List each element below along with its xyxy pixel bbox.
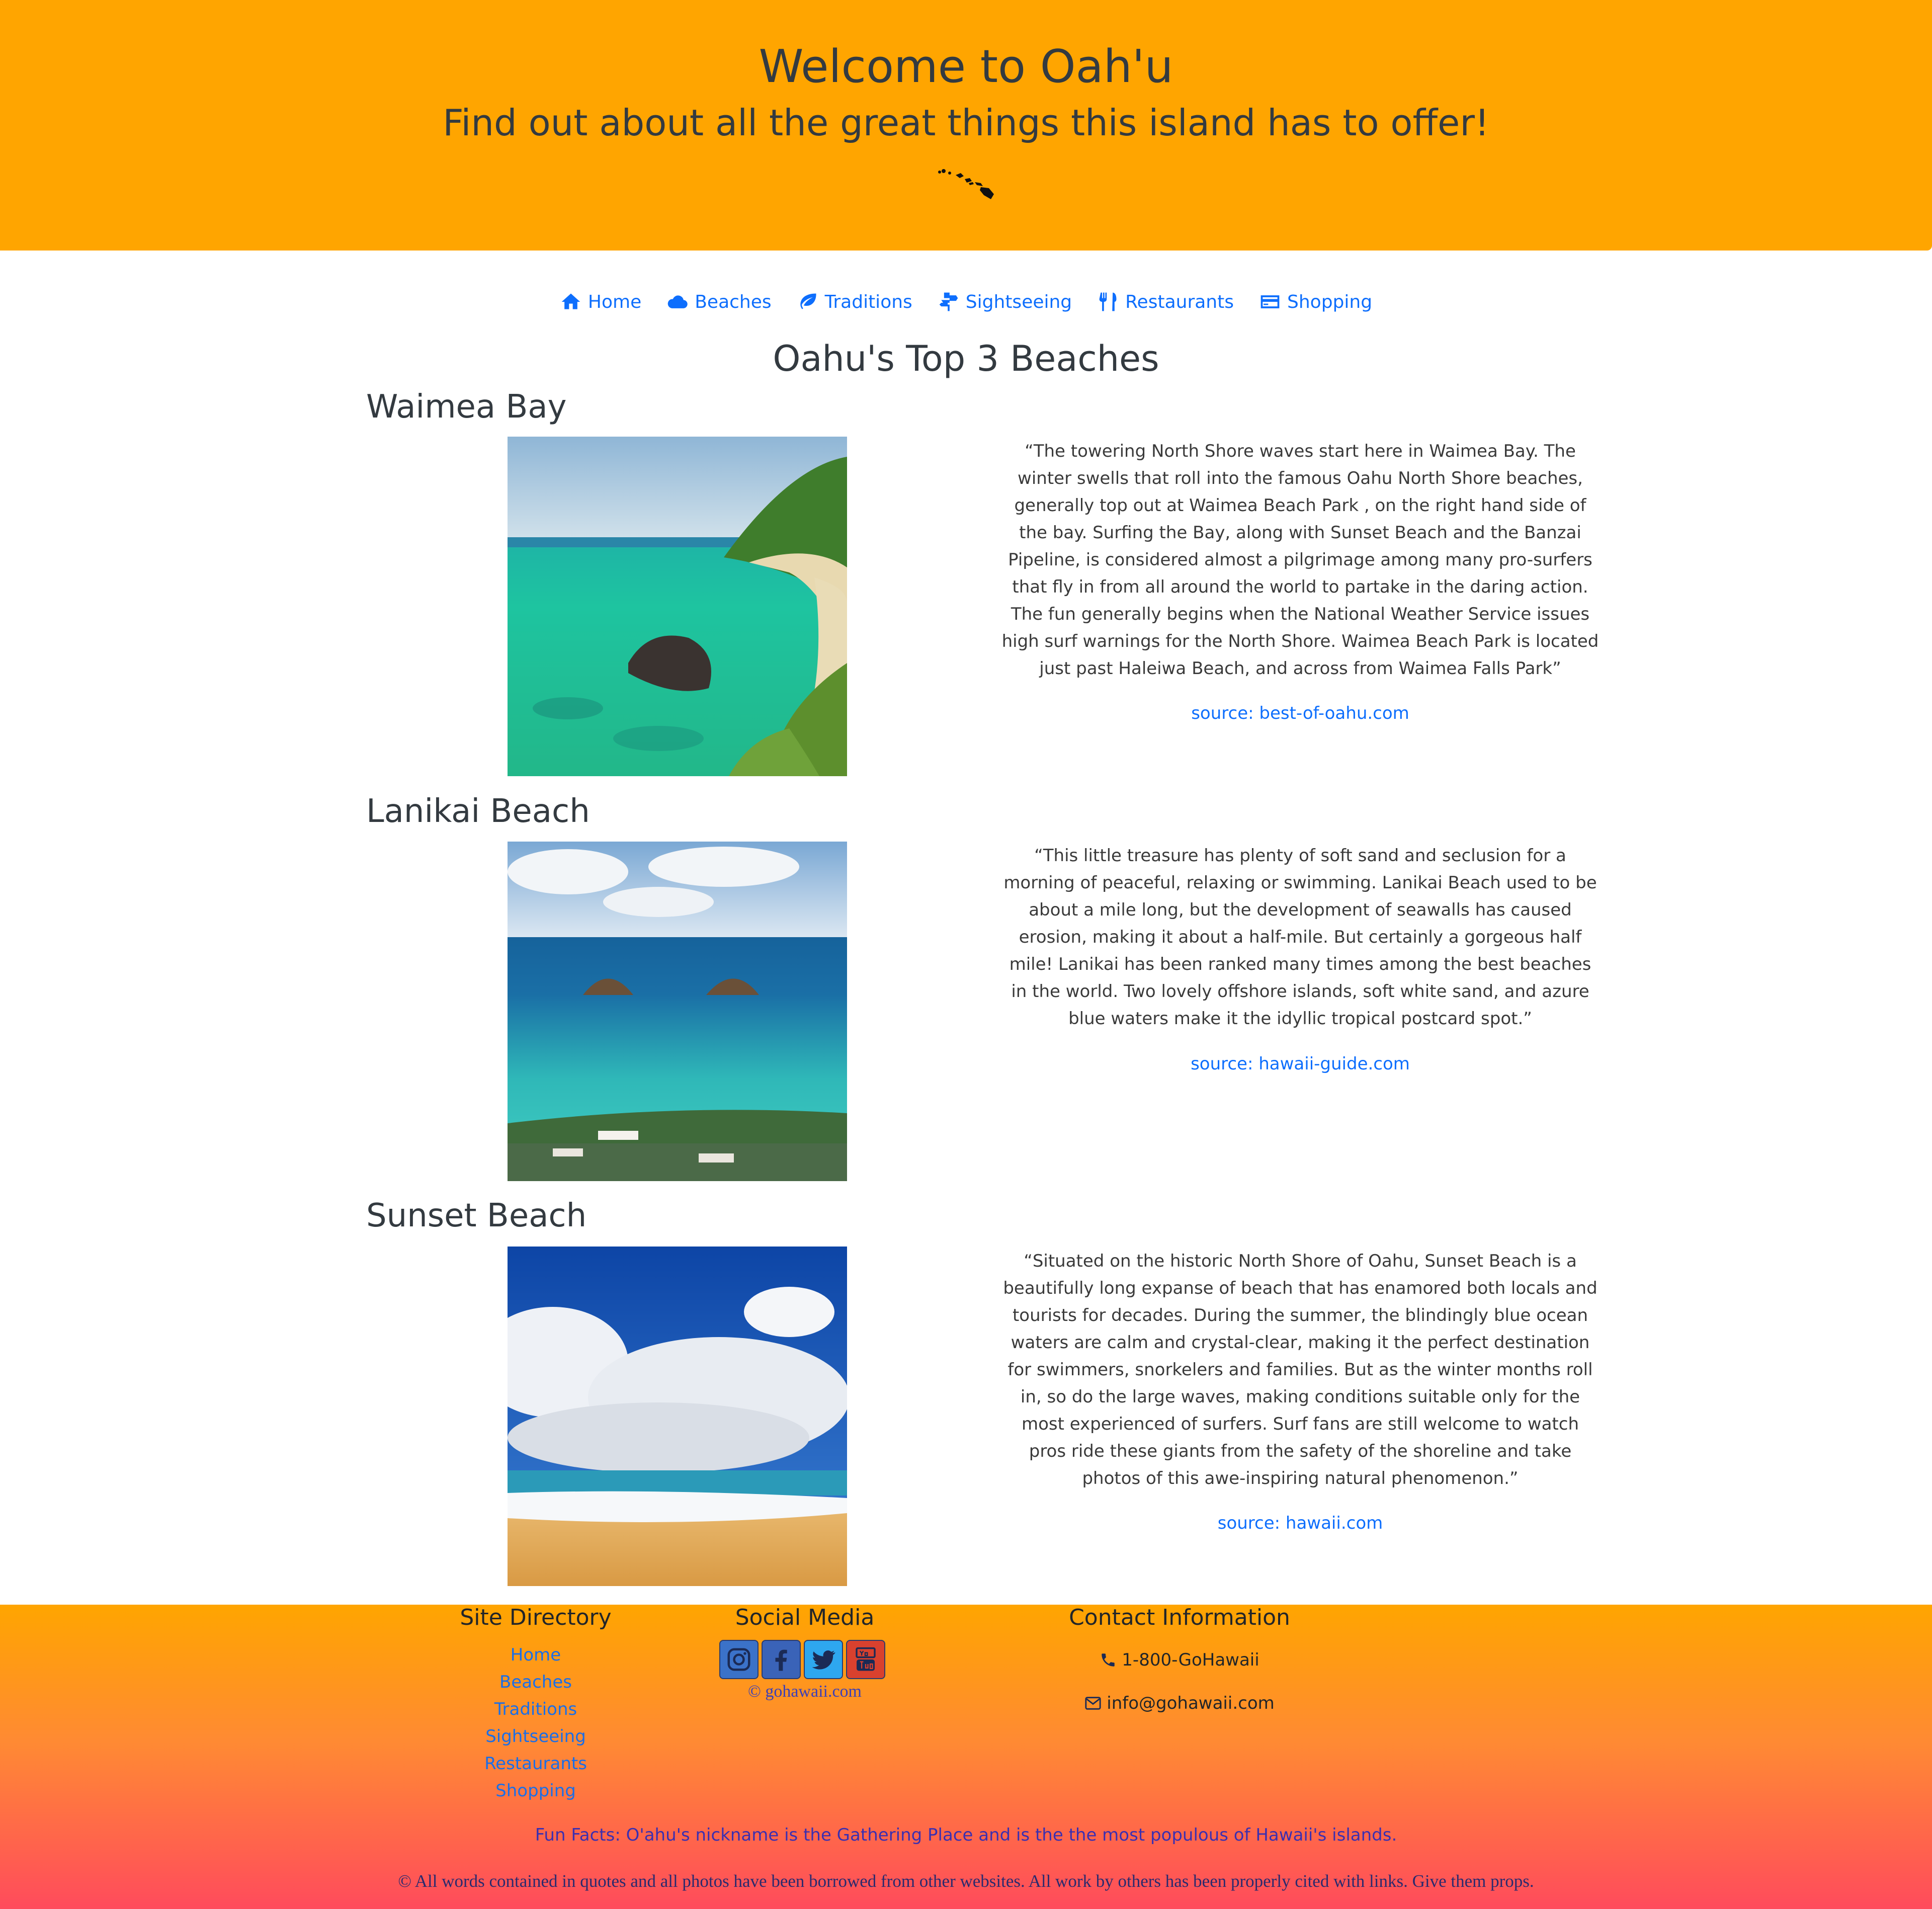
nav-sightseeing[interactable]: Sightseeing	[938, 291, 1072, 313]
footer-link-restaurants[interactable]: Restaurants	[453, 1754, 619, 1774]
source-link-sunset[interactable]: source: hawaii.com	[1218, 1513, 1383, 1533]
footer	[0, 1605, 1932, 1909]
contact-email: info@gohawaii.com	[1076, 1693, 1283, 1713]
nav-traditions[interactable]: Traditions	[797, 291, 912, 313]
credits-disclaimer: © All words contained in quotes and all …	[398, 1871, 1534, 1891]
header-banner: Welcome to Oah'u Find out about all the …	[0, 0, 1932, 251]
contact-email-link[interactable]: info@gohawaii.com	[1107, 1693, 1275, 1713]
beach-quote-sunset: “Situated on the historic North Shore of…	[1003, 1251, 1598, 1488]
page-heading: Welcome to Oah'u	[759, 40, 1173, 93]
contact-info-title: Contact Information	[1069, 1605, 1290, 1630]
phone-icon	[1102, 1653, 1115, 1667]
beach-quote-lanikai: “This little treasure has plenty of soft…	[1003, 846, 1597, 1029]
beach-title-sunset: Sunset Beach	[366, 1197, 587, 1234]
nav-sightseeing-label: Sightseeing	[965, 291, 1072, 312]
twitter-button[interactable]	[804, 1640, 843, 1679]
lanikai-beach-photo	[508, 842, 847, 1181]
social-copyright: © gohawaii.com	[748, 1682, 862, 1701]
contact-phone-number: 1-800-GoHawaii	[1122, 1650, 1259, 1670]
social-media-links	[719, 1640, 885, 1679]
facebook-icon	[775, 1649, 787, 1671]
nav-traditions-label: Traditions	[824, 291, 912, 312]
nav-restaurants[interactable]: Restaurants	[1097, 291, 1234, 313]
instagram-icon	[727, 1648, 750, 1671]
section-title: Oahu's Top 3 Beaches	[773, 338, 1159, 379]
footer-link-beaches[interactable]: Beaches	[453, 1672, 619, 1692]
beach-title-waimea: Waimea Bay	[366, 388, 567, 426]
footer-link-shopping[interactable]: Shopping	[453, 1781, 619, 1801]
envelope-icon	[1085, 1697, 1101, 1710]
page-subheading: Find out about all the great things this…	[443, 102, 1489, 144]
social-media-title: Social Media	[735, 1605, 875, 1630]
main-nav: Home Beaches Traditions Sightseeing Rest…	[0, 291, 1932, 313]
nav-beaches[interactable]: Beaches	[666, 291, 772, 313]
footer-link-sightseeing[interactable]: Sightseeing	[453, 1726, 619, 1747]
leaf-icon	[800, 293, 816, 309]
facebook-button[interactable]	[762, 1640, 801, 1679]
nav-shopping-label: Shopping	[1287, 291, 1373, 312]
nav-home[interactable]: Home	[560, 291, 641, 313]
contact-phone: 1-800-GoHawaii	[1076, 1650, 1283, 1670]
source-link-waimea[interactable]: source: best-of-oahu.com	[1191, 703, 1409, 723]
beach-title-lanikai: Lanikai Beach	[366, 793, 590, 830]
utensils-icon	[1099, 292, 1117, 311]
nav-shopping[interactable]: Shopping	[1259, 291, 1372, 313]
beach-quote-waimea: “The towering North Shore waves start he…	[1001, 441, 1599, 679]
sunset-beach-photo	[508, 1247, 847, 1586]
credit-card-icon	[1261, 295, 1280, 308]
source-link-lanikai[interactable]: source: hawaii-guide.com	[1191, 1054, 1410, 1074]
hawaiian-islands-icon	[938, 169, 994, 199]
fun-facts: Fun Facts: O'ahu's nickname is the Gathe…	[535, 1825, 1397, 1845]
nav-home-label: Home	[587, 291, 642, 312]
footer-link-traditions[interactable]: Traditions	[453, 1699, 619, 1719]
twitter-icon	[812, 1650, 835, 1670]
youtube-icon	[856, 1647, 876, 1671]
instagram-button[interactable]	[719, 1640, 759, 1679]
waimea-bay-photo	[508, 437, 847, 776]
youtube-button[interactable]	[846, 1640, 885, 1679]
nav-beaches-label: Beaches	[695, 291, 772, 312]
site-directory-title: Site Directory	[460, 1605, 612, 1630]
nav-restaurants-label: Restaurants	[1125, 291, 1234, 312]
footer-link-home[interactable]: Home	[453, 1645, 619, 1665]
home-icon	[561, 293, 580, 309]
cloud-icon	[667, 295, 688, 308]
signpost-icon	[939, 292, 958, 311]
